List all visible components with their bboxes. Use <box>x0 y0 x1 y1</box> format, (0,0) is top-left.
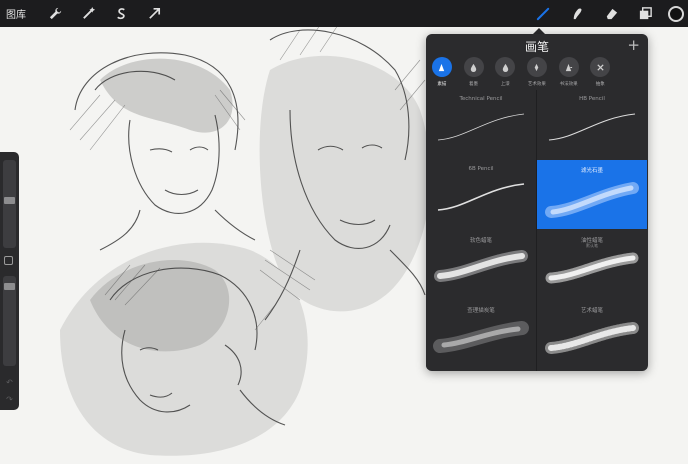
brush-grid: Technical Pencil HB Pencil 6B Pencil 滤光石… <box>426 90 648 371</box>
brush-tile-technical-pencil[interactable]: Technical Pencil <box>426 90 536 159</box>
category-label: 着墨 <box>469 82 479 87</box>
paint-drop-icon <box>495 57 516 77</box>
stroke-preview <box>437 183 525 211</box>
brush-icon[interactable] <box>532 3 554 25</box>
brush-opacity-thumb[interactable] <box>4 283 15 290</box>
brush-size-thumb[interactable] <box>4 197 15 204</box>
selection-s-icon[interactable] <box>110 3 132 25</box>
gallery-button[interactable]: 图库 <box>6 6 34 21</box>
adjustments-wand-icon[interactable] <box>77 3 99 25</box>
stroke-preview <box>545 252 639 284</box>
brush-tile-graphite-selected[interactable]: 滤光石墨 <box>537 160 647 229</box>
stroke-preview <box>548 113 636 141</box>
top-toolbar: 图库 <box>0 0 688 27</box>
calligraphy-icon <box>558 57 579 77</box>
right-toolset <box>532 0 684 27</box>
brush-library-panel: 画笔 + 素描 着墨 上漆 艺术效果 书法效果 抽象 Technical Pen… <box>426 34 648 371</box>
pencil-icon <box>431 57 452 77</box>
stroke-preview <box>545 322 639 354</box>
brush-tile-hb-pencil[interactable]: HB Pencil <box>537 90 647 159</box>
category-label: 书法效果 <box>559 82 578 87</box>
stroke-preview <box>545 182 639 218</box>
brush-opacity-slider[interactable] <box>3 276 16 366</box>
layers-icon[interactable] <box>634 3 656 25</box>
eraser-icon[interactable] <box>600 3 622 25</box>
left-toolset <box>44 3 165 25</box>
color-picker-button[interactable] <box>668 5 684 22</box>
stroke-preview <box>434 250 528 282</box>
stroke-preview <box>433 321 529 353</box>
stroke-preview <box>437 113 525 141</box>
transform-arrow-icon[interactable] <box>143 3 165 25</box>
redo-arrow-icon[interactable]: ↷ <box>5 395 14 404</box>
category-label: 上漆 <box>500 82 510 87</box>
left-sidebar: ↶ ↷ <box>0 152 19 410</box>
brush-tile-oil-pastel[interactable]: 油性蜡笔 默认笔 <box>537 230 647 299</box>
category-label: 艺术效果 <box>527 82 546 87</box>
abstract-icon <box>590 57 611 77</box>
undo-arrow-icon[interactable]: ↶ <box>5 378 14 387</box>
grid-divider <box>536 90 537 371</box>
category-label: 抽象 <box>595 82 605 87</box>
brush-tile-6b-pencil[interactable]: 6B Pencil <box>426 160 536 229</box>
smudge-icon[interactable] <box>566 3 588 25</box>
category-label: 素描 <box>437 82 447 87</box>
brush-size-slider[interactable] <box>3 160 16 248</box>
brush-tile-soft-pastel[interactable]: 软色蜡笔 <box>426 230 536 299</box>
brush-tile-art-crayon[interactable]: 艺术蜡笔 <box>537 300 647 369</box>
ink-drop-icon <box>463 57 484 77</box>
brush-tile-charcoal[interactable]: 查理描炭笔 <box>426 300 536 369</box>
artistic-icon <box>526 57 547 77</box>
modify-square-button[interactable] <box>4 256 13 265</box>
actions-wrench-icon[interactable] <box>44 3 66 25</box>
